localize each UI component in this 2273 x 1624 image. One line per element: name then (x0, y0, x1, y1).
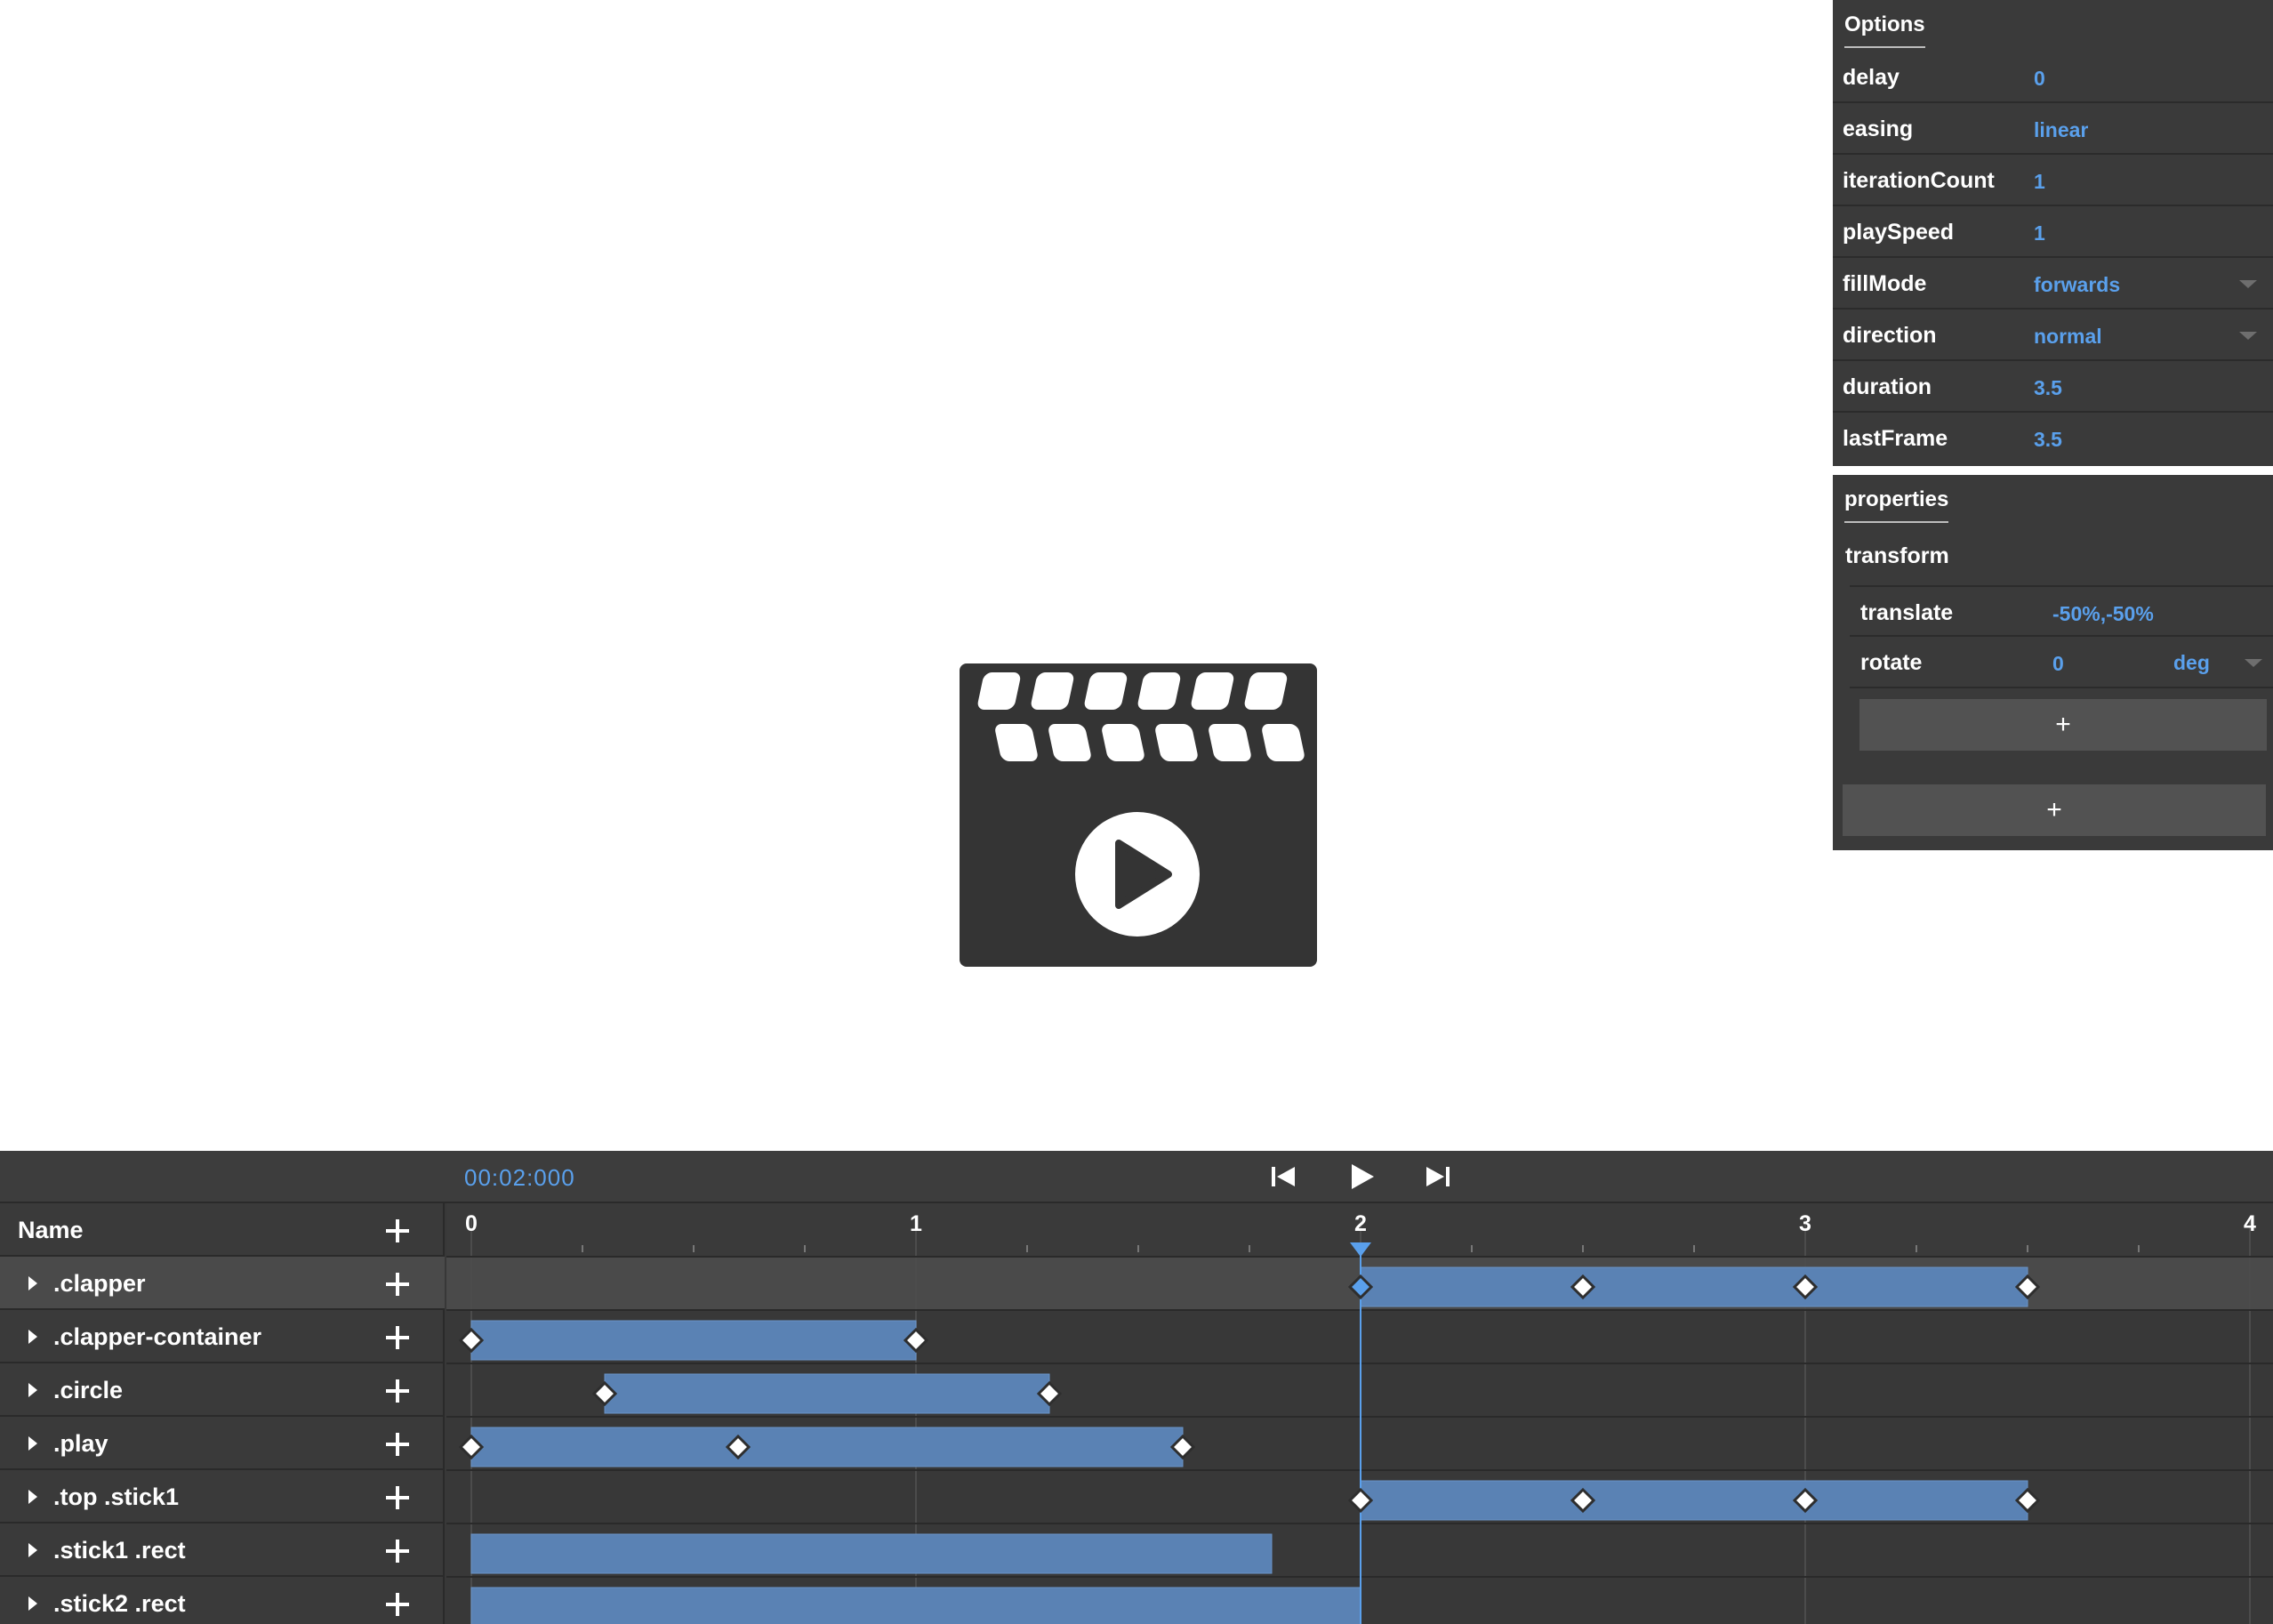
expand-arrow-icon[interactable] (28, 1543, 37, 1557)
layer-row[interactable]: .top .stick1 (0, 1470, 445, 1524)
expand-arrow-icon[interactable] (28, 1436, 37, 1451)
option-row-direction[interactable]: direction normal (1833, 310, 2273, 361)
option-row-duration[interactable]: duration 3.5 (1833, 361, 2273, 413)
animation-bar[interactable] (470, 1427, 1184, 1467)
skip-to-start-icon[interactable] (1268, 1162, 1298, 1192)
option-row-fill-mode[interactable]: fillMode forwards (1833, 258, 2273, 310)
option-label: iterationCount (1843, 168, 1995, 193)
option-label: duration (1843, 374, 1932, 399)
layer-row[interactable]: .clapper-container (0, 1310, 445, 1363)
ruler-label: 3 (1799, 1211, 1811, 1236)
app-root: Options delay 0 easing linear iterationC… (0, 0, 2273, 1624)
option-label: playSpeed (1843, 220, 1955, 245)
option-value-input[interactable]: 1 (2034, 221, 2045, 245)
clapperboard-play-icon (960, 663, 1317, 967)
ruler-label: 1 (910, 1211, 922, 1236)
animation-bar[interactable] (604, 1373, 1050, 1414)
layer-row[interactable]: .circle (0, 1363, 445, 1417)
expand-arrow-icon[interactable] (28, 1383, 37, 1397)
layer-row[interactable]: .play (0, 1417, 445, 1470)
option-row-easing[interactable]: easing linear (1833, 103, 2273, 155)
expand-arrow-icon[interactable] (28, 1490, 37, 1504)
add-keyframe-button[interactable] (386, 1540, 409, 1563)
option-label: fillMode (1843, 271, 1927, 296)
property-label: rotate (1860, 650, 1923, 675)
fill-mode-select[interactable]: forwards (2034, 273, 2120, 297)
option-value-input[interactable]: 0 (2034, 67, 2045, 91)
property-label: translate (1860, 600, 1954, 625)
option-label: lastFrame (1843, 426, 1948, 451)
options-tab[interactable]: Options (1844, 12, 1925, 48)
ruler-label: 4 (2244, 1211, 2256, 1236)
property-group-label: transform (1845, 543, 1949, 568)
properties-panel: properties transform translate -50%,-50%… (1833, 475, 2273, 850)
current-time-display[interactable]: 00:02:000 (464, 1164, 575, 1192)
add-layer-button[interactable] (386, 1219, 409, 1242)
add-property-group-button[interactable]: + (1843, 784, 2266, 836)
add-keyframe-button[interactable] (386, 1326, 409, 1349)
layer-name: .clapper-container (53, 1323, 262, 1350)
properties-tab[interactable]: properties (1844, 487, 1949, 523)
option-label: direction (1843, 323, 1937, 348)
layer-name: .clapper (53, 1270, 146, 1297)
property-row-translate[interactable]: translate -50%,-50% (1850, 585, 2273, 637)
add-keyframe-button[interactable] (386, 1433, 409, 1456)
option-value-input[interactable]: 3.5 (2034, 428, 2062, 452)
option-row-delay[interactable]: delay 0 (1833, 52, 2273, 103)
timeline-tracks[interactable]: 0 1 2 3 4 (446, 1203, 2273, 1624)
unit-select[interactable]: deg (2173, 651, 2210, 675)
options-panel: Options delay 0 easing linear iterationC… (1833, 0, 2273, 466)
timeline-toolbar: 00:02:000 (0, 1151, 2273, 1203)
option-row-play-speed[interactable]: playSpeed 1 (1833, 206, 2273, 258)
option-label: delay (1843, 65, 1900, 90)
skip-to-end-icon[interactable] (1423, 1162, 1453, 1192)
expand-arrow-icon[interactable] (28, 1276, 37, 1290)
option-label: easing (1843, 117, 1914, 141)
animation-bar[interactable] (1360, 1480, 2028, 1521)
option-value-input[interactable]: 3.5 (2034, 376, 2062, 400)
add-keyframe-button[interactable] (386, 1273, 409, 1296)
layer-name: .play (53, 1430, 108, 1457)
expand-arrow-icon[interactable] (28, 1596, 37, 1611)
property-value-input[interactable]: 0 (2052, 652, 2064, 676)
animation-bar[interactable] (470, 1587, 1361, 1624)
option-value-input[interactable]: 1 (2034, 170, 2045, 194)
animation-bar[interactable] (1360, 1266, 2028, 1307)
add-property-button[interactable]: + (1859, 699, 2267, 751)
layer-row[interactable]: .clapper (0, 1257, 445, 1310)
ruler-label: 2 (1354, 1211, 1367, 1236)
option-row-iteration-count[interactable]: iterationCount 1 (1833, 155, 2273, 206)
layer-name: .stick2 .rect (53, 1590, 186, 1617)
animation-bar[interactable] (470, 1533, 1273, 1574)
option-row-last-frame[interactable]: lastFrame 3.5 (1833, 413, 2273, 464)
chevron-down-icon[interactable] (2239, 332, 2257, 340)
property-value-input[interactable]: -50%,-50% (2052, 602, 2154, 626)
layer-name: .stick1 .rect (53, 1537, 186, 1564)
option-value-input[interactable]: linear (2034, 118, 2088, 142)
expand-arrow-icon[interactable] (28, 1330, 37, 1344)
layer-row[interactable]: .stick2 .rect (0, 1577, 445, 1624)
name-column-header: Name (18, 1217, 84, 1243)
add-keyframe-button[interactable] (386, 1593, 409, 1616)
play-icon[interactable] (1345, 1161, 1377, 1193)
layer-row[interactable]: .stick1 .rect (0, 1524, 445, 1577)
ruler-label: 0 (465, 1211, 478, 1236)
layer-list-header: Name (0, 1203, 445, 1257)
direction-select[interactable]: normal (2034, 325, 2102, 349)
add-keyframe-button[interactable] (386, 1379, 409, 1403)
timeline-panel: 00:02:000 Name .clapper .clapper-containe… (0, 1151, 2273, 1624)
layer-name: .top .stick1 (53, 1483, 180, 1510)
property-row-rotate[interactable]: rotate 0 deg (1850, 637, 2273, 688)
add-keyframe-button[interactable] (386, 1486, 409, 1509)
layer-list: Name .clapper .clapper-container .circle .p… (0, 1203, 445, 1624)
layer-name: .circle (53, 1377, 124, 1403)
animation-bar[interactable] (470, 1320, 917, 1361)
timeline-tracks-svg[interactable]: 0 1 2 3 4 (446, 1203, 2273, 1624)
chevron-down-icon[interactable] (2245, 659, 2262, 667)
chevron-down-icon[interactable] (2239, 280, 2257, 288)
